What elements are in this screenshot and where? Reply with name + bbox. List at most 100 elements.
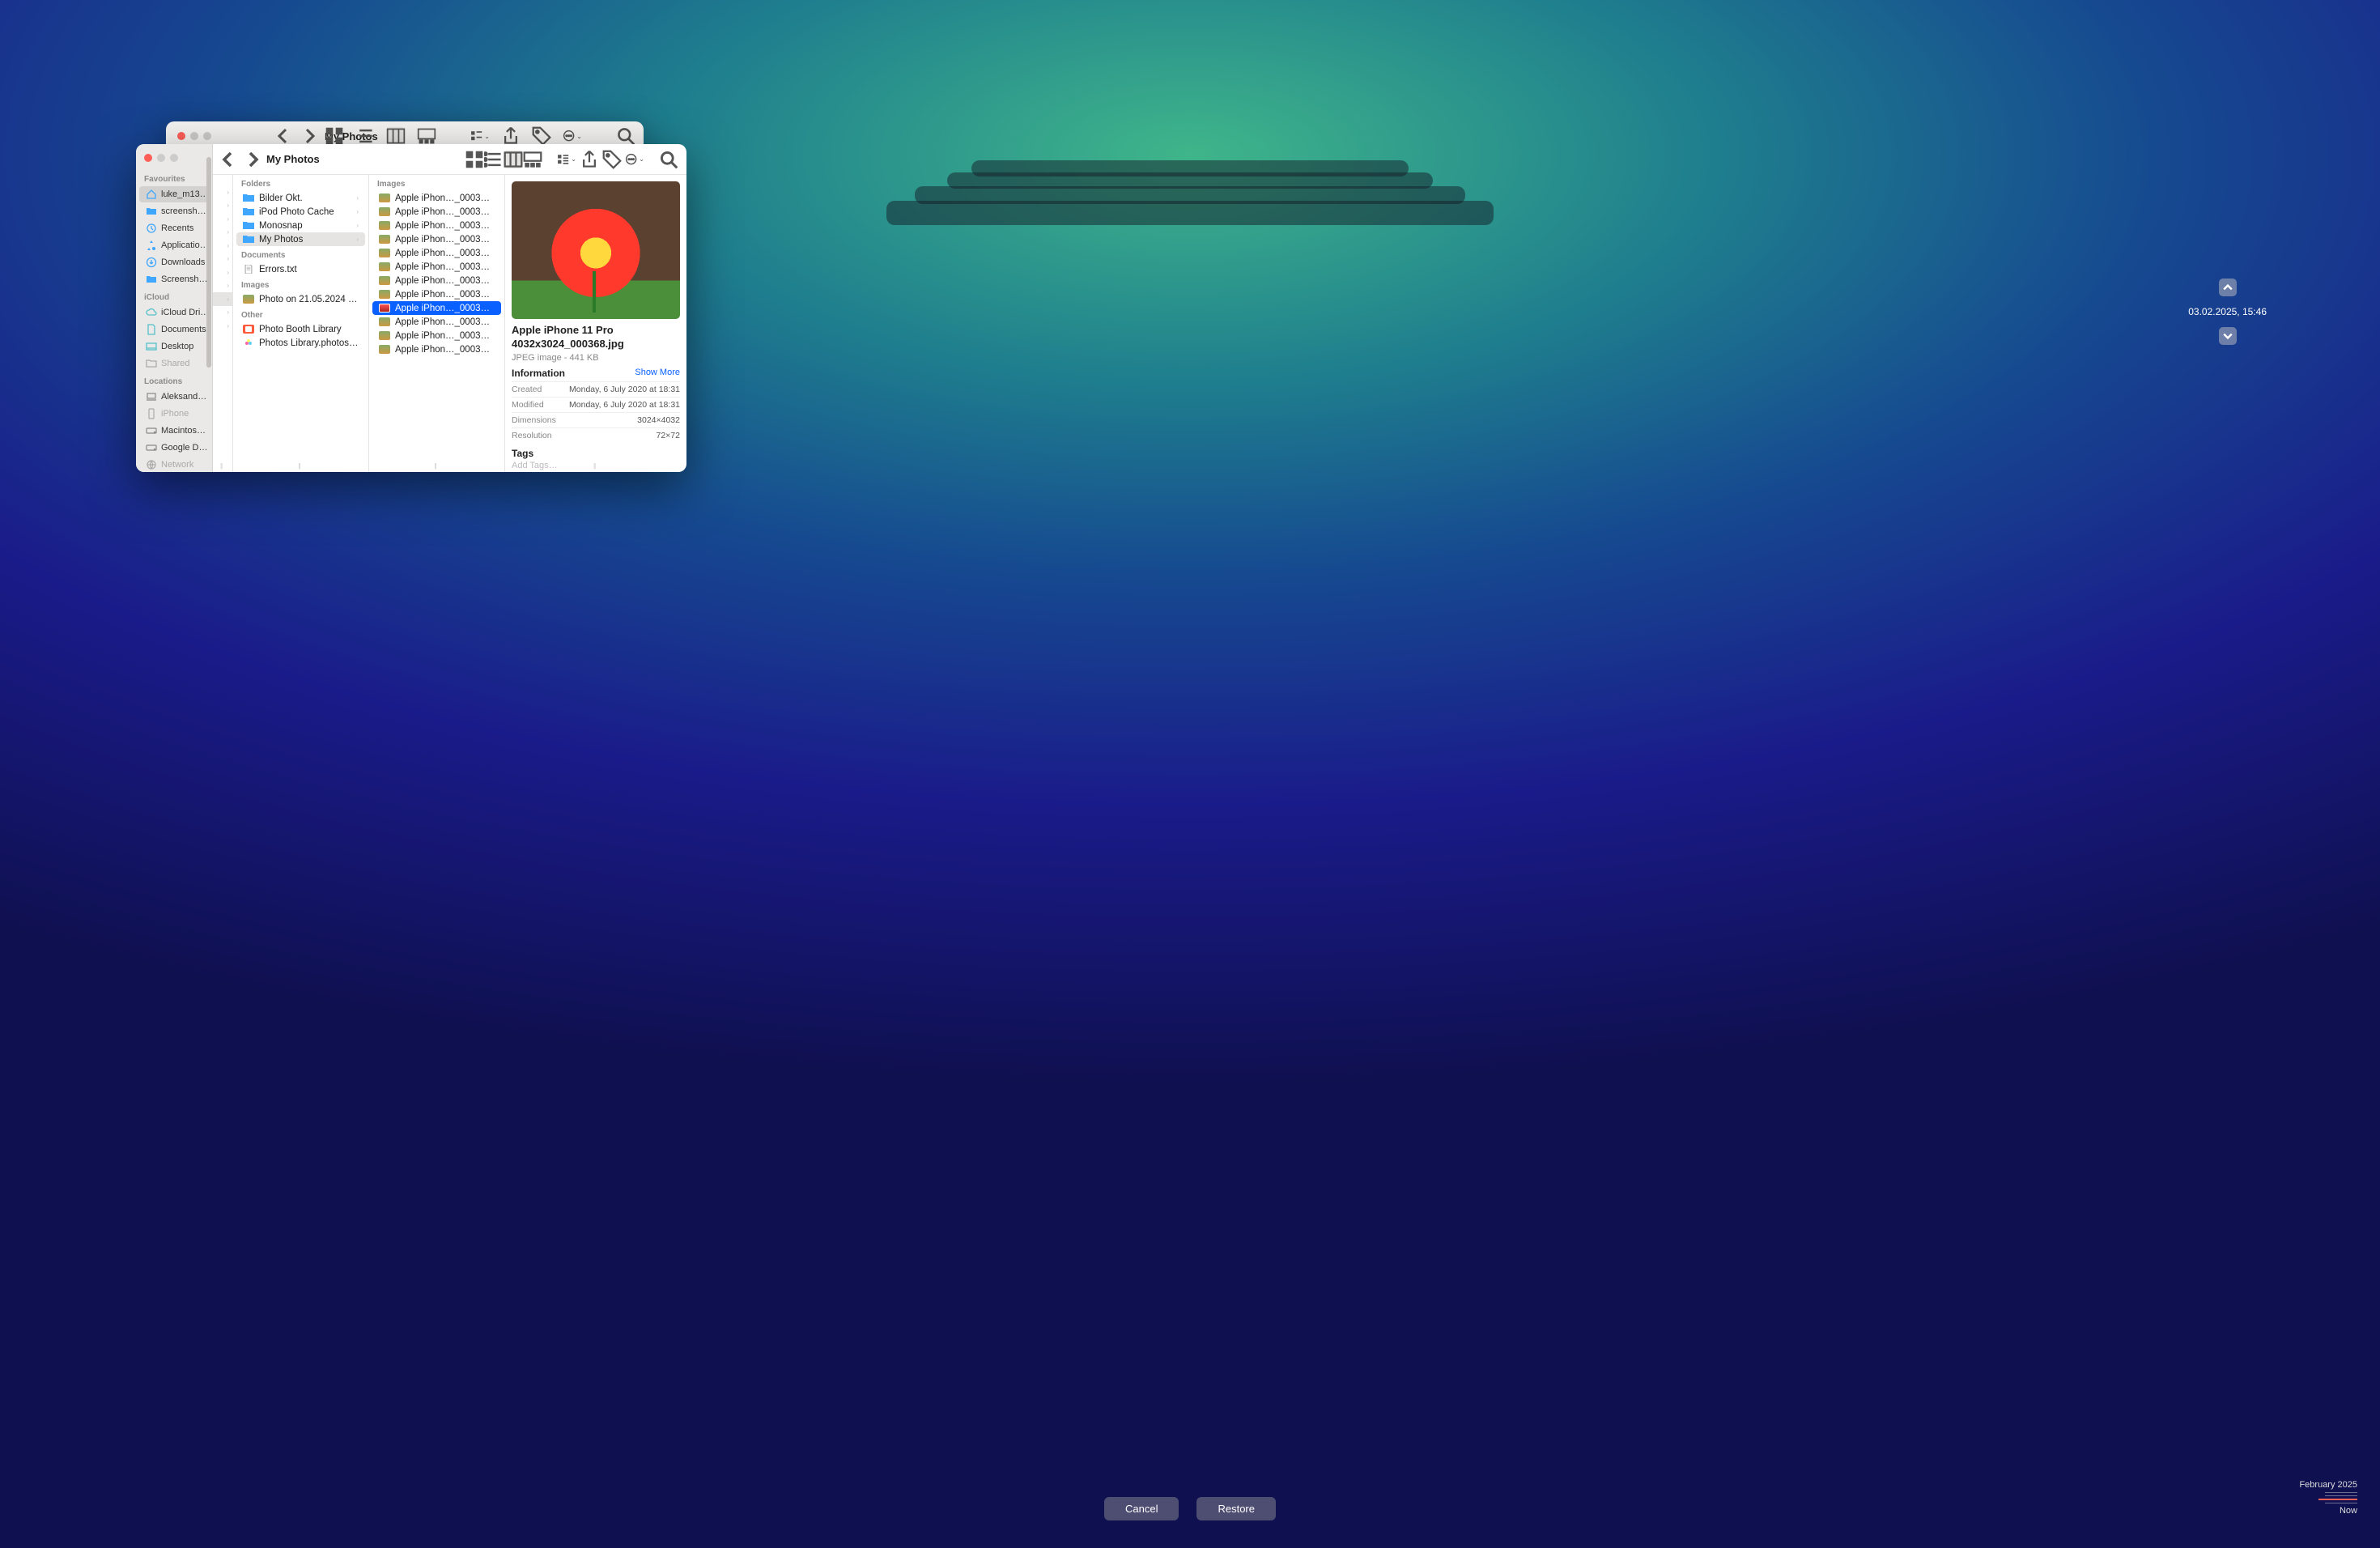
sidebar-section-locations: Locations: [136, 372, 212, 388]
list-item-label: Bilder Okt.: [259, 194, 303, 203]
view-switcher: [465, 151, 542, 168]
group-button[interactable]: ⌄: [557, 151, 576, 168]
sidebar-item-downloads[interactable]: Downloads: [139, 254, 209, 270]
globe-icon: [146, 459, 157, 470]
tag-button[interactable]: [602, 151, 622, 168]
more-button[interactable]: ⌄: [625, 151, 644, 168]
file-item[interactable]: Errors.txt: [236, 262, 365, 276]
file-item[interactable]: Apple iPhon…_000361.jpg: [372, 219, 501, 232]
sidebar-item-googledrive[interactable]: Google D…: [139, 440, 209, 456]
folder-column[interactable]: Folders Bilder Okt.› iPod Photo Cache› M…: [233, 175, 369, 472]
folder-item[interactable]: iPod Photo Cache›: [236, 205, 365, 219]
info-value: Monday, 6 July 2020 at 18:31: [569, 400, 680, 410]
timeline-now-label: Now: [2299, 1506, 2357, 1516]
sidebar-item-computer[interactable]: Aleksand…: [139, 389, 209, 405]
folder-item[interactable]: Bilder Okt.›: [236, 191, 365, 205]
view-list-button[interactable]: [484, 151, 504, 168]
file-item[interactable]: Apple iPhon…_000362.jpg: [372, 232, 501, 246]
column-resize-handle[interactable]: ||: [435, 462, 440, 470]
time-machine-timeline[interactable]: February 2025 Now: [2299, 1480, 2357, 1516]
parent-column[interactable]: ›››› ›››› › ›› ||: [213, 175, 233, 472]
view-column-button[interactable]: [504, 151, 523, 168]
clock-icon: [146, 223, 157, 234]
info-header: Information Show More: [512, 368, 680, 379]
share-button[interactable]: [580, 151, 599, 168]
list-item-label: Apple iPhon…_000363.jpg: [395, 249, 495, 258]
sidebar-scrollbar[interactable]: [206, 157, 211, 368]
list-item-label: Apple iPhon…_000362.jpg: [395, 235, 495, 245]
column-resize-handle[interactable]: ||: [299, 462, 304, 470]
sidebar-item-label: Shared: [161, 359, 189, 368]
info-key: Resolution: [512, 431, 552, 440]
parent-selected-row[interactable]: ›: [213, 292, 232, 306]
sidebar-item-shared[interactable]: Shared: [139, 355, 209, 372]
file-item[interactable]: Apple iPhon…_000364.jpg: [372, 260, 501, 274]
window-title: My Photos: [266, 153, 320, 165]
list-item-label: Apple iPhon…_000365.jpg: [395, 276, 495, 286]
minimize-button[interactable]: [157, 154, 165, 162]
sidebar-item-icloud-drive[interactable]: iCloud Dri…: [139, 304, 209, 321]
sidebar-item-label: iPhone: [161, 409, 189, 419]
sidebar-item-macintosh[interactable]: Macintos…: [139, 423, 209, 439]
back-button[interactable]: [221, 151, 237, 168]
sidebar-item-desktop[interactable]: Desktop: [139, 338, 209, 355]
tag-icon: [532, 127, 551, 145]
folder-icon: [243, 207, 254, 216]
disk-icon: [146, 442, 157, 453]
forward-button[interactable]: [244, 151, 260, 168]
file-item[interactable]: Apple iPhon…_000360.jpg: [372, 205, 501, 219]
sidebar-item-recents[interactable]: Recents: [139, 220, 209, 236]
sidebar-item-documents[interactable]: Documents: [139, 321, 209, 338]
sidebar-item-applications[interactable]: Applicatio…: [139, 237, 209, 253]
file-item[interactable]: Apple iPhon…_000372.jpg: [372, 342, 501, 356]
folder-item[interactable]: Monosnap›: [236, 219, 365, 232]
view-icon-button[interactable]: [465, 151, 484, 168]
finder-sidebar: Favourites luke_m13… screensh… Recents A…: [136, 144, 213, 472]
file-item[interactable]: Apple iPhon…_000366.jpg: [372, 287, 501, 301]
file-item[interactable]: Apple iPhon…_000371.jpg: [372, 329, 501, 342]
sidebar-item-network[interactable]: Network: [139, 457, 209, 472]
list-item-label: Apple iPhon…_000372.jpg: [395, 345, 495, 355]
disk-icon: [146, 425, 157, 436]
folder-icon: [243, 194, 254, 202]
chevron-right-icon: ›: [356, 208, 359, 215]
file-item[interactable]: Photo on 21.05.2024 at 23.11: [236, 292, 365, 306]
list-item-label: Photo Booth Library: [259, 325, 342, 334]
sidebar-item-screenshots[interactable]: screensh…: [139, 203, 209, 219]
file-column[interactable]: Images Apple iPhon…_000359.jpgApple iPho…: [369, 175, 505, 472]
sidebar-item-home[interactable]: luke_m13…: [139, 186, 209, 202]
file-item-selected[interactable]: Apple iPhon…_000368.jpg: [372, 301, 501, 315]
file-item[interactable]: Apple iPhon…_000370.jpg: [372, 315, 501, 329]
file-item[interactable]: Apple iPhon…_000365.jpg: [372, 274, 501, 287]
finder-main: My Photos ⌄ ⌄: [213, 144, 686, 472]
show-more-link[interactable]: Show More: [635, 368, 680, 379]
list-item-label: Monosnap: [259, 221, 303, 231]
cancel-button[interactable]: Cancel: [1104, 1497, 1179, 1520]
time-machine-buttons: Cancel Restore: [1104, 1497, 1276, 1520]
file-item[interactable]: Apple iPhon…_000359.jpg: [372, 191, 501, 205]
restore-button[interactable]: Restore: [1196, 1497, 1276, 1520]
column-resize-handle[interactable]: ||: [220, 462, 225, 470]
sidebar-item-screenshots2[interactable]: Screensh…: [139, 271, 209, 287]
preview-title: Apple iPhone 11 Pro4032x3024_000368.jpg: [512, 324, 680, 351]
file-item[interactable]: Apple iPhon…_000363.jpg: [372, 246, 501, 260]
zoom-button[interactable]: [170, 154, 178, 162]
file-item[interactable]: Photos Library.photoslibrary: [236, 336, 365, 350]
column-resize-handle[interactable]: ||: [593, 462, 598, 470]
image-thumb-icon: [379, 262, 390, 271]
search-button[interactable]: [659, 151, 678, 168]
nav-down-button[interactable]: [2219, 327, 2237, 345]
file-item[interactable]: Photo Booth Library: [236, 322, 365, 336]
nav-up-button[interactable]: [2219, 279, 2237, 296]
sidebar-item-label: Google D…: [161, 443, 207, 453]
image-thumb-icon: [379, 317, 390, 326]
folder-item-selected[interactable]: My Photos›: [236, 232, 365, 246]
close-button[interactable]: [144, 154, 152, 162]
snapshot-date: 03.02.2025, 15:46: [2188, 306, 2267, 317]
sidebar-item-label: Network: [161, 460, 193, 470]
sidebar-item-iphone[interactable]: iPhone: [139, 406, 209, 422]
time-machine-stack: [866, 217, 1514, 703]
search-icon: [616, 127, 635, 145]
view-gallery-button[interactable]: [523, 151, 542, 168]
images-header: Images: [233, 276, 368, 292]
